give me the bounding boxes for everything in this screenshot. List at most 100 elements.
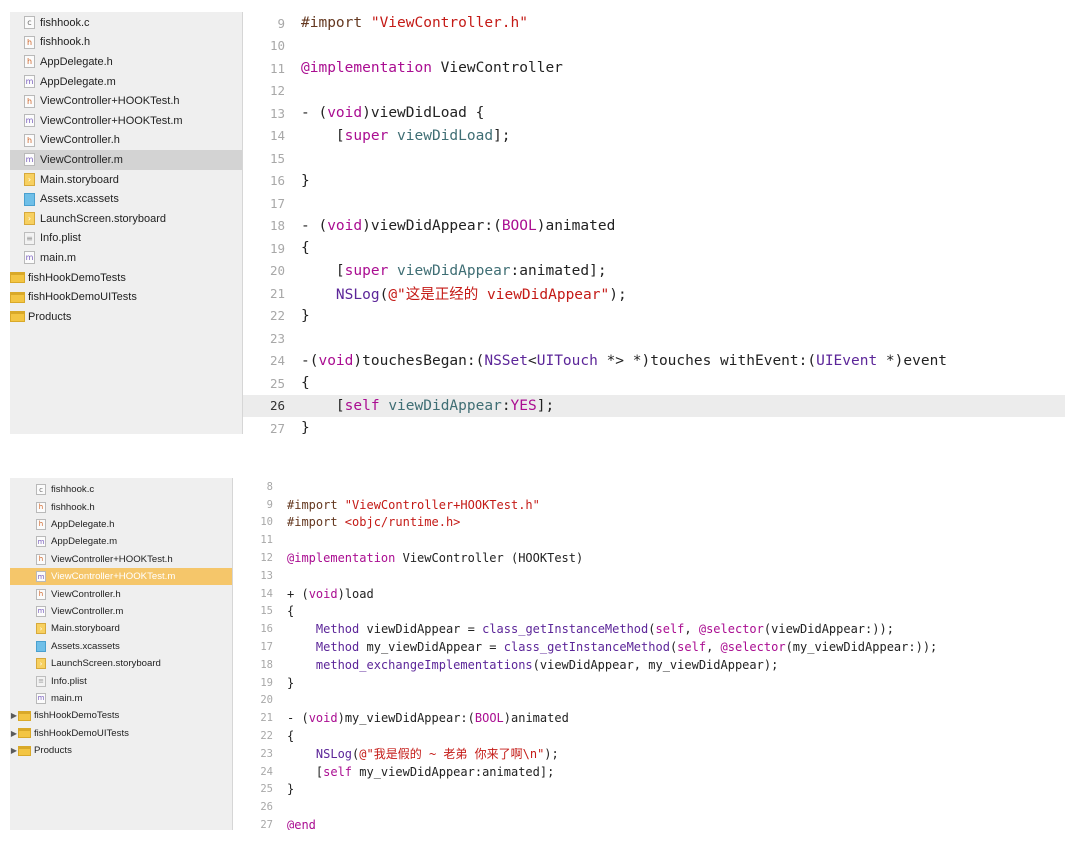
disclosure-triangle-icon[interactable]: ▶ (10, 746, 18, 755)
code-line[interactable]: 18- (void)viewDidAppear:(BOOL)animated (243, 215, 1065, 238)
navigator-file-item[interactable]: m AppDelegate.m (10, 533, 232, 550)
navigator-file-item[interactable]: › LaunchScreen.storyboard (10, 655, 232, 672)
code-line[interactable]: 9 #import "ViewController.h" (243, 12, 1065, 35)
code-line[interactable]: 10 (243, 35, 1065, 58)
code-line[interactable]: 11 (233, 531, 1065, 549)
navigator-file-item[interactable]: m main.m (10, 248, 242, 268)
code-token: void (327, 217, 363, 234)
navigator-file-item[interactable]: h AppDelegate.h (10, 516, 232, 533)
code-token: )viewDidAppear:( (362, 217, 502, 234)
navigator-file-item[interactable]: › Main.storyboard (10, 620, 232, 637)
code-line[interactable]: 9 #import "ViewController+HOOKTest.h" (233, 496, 1065, 514)
folder-icon (10, 291, 25, 303)
navigator-file-item[interactable]: › LaunchScreen.storyboard (10, 209, 242, 229)
navigator-group[interactable]: Products (10, 307, 242, 327)
code-line[interactable]: 27 @end (233, 816, 1065, 830)
navigator-file-item[interactable]: Assets.xcassets (10, 638, 232, 655)
code-line[interactable]: 12 @implementation ViewController (HOOKTe… (233, 549, 1065, 567)
code-line[interactable]: 27} (243, 417, 1065, 434)
navigator-group[interactable]: fishHookDemoUITests (10, 287, 242, 307)
navigator-file-item[interactable]: h ViewController+HOOKTest.h (10, 91, 242, 111)
code-line[interactable]: 13- (void)viewDidLoad { (243, 102, 1065, 125)
code-line[interactable]: 12 (243, 80, 1065, 103)
code-line[interactable]: 16} (243, 170, 1065, 193)
h-file-icon: h (36, 588, 46, 600)
navigator-file-item[interactable]: h AppDelegate.h (10, 52, 242, 72)
navigator-file-item[interactable]: h ViewController.h (10, 585, 232, 602)
code-line[interactable]: 10 #import <objc/runtime.h> (233, 514, 1065, 532)
code-text: [self my_viewDidAppear:animated]; (273, 765, 554, 779)
code-line[interactable]: 14 [super viewDidLoad]; (243, 125, 1065, 148)
code-line[interactable]: 25 { (243, 372, 1065, 395)
navigator-file-item[interactable]: m ViewController.m (10, 150, 242, 170)
navigator-file-item[interactable]: m ViewController+HOOKTest.m (10, 111, 242, 131)
navigator-file-item[interactable]: ≡ Info.plist (10, 229, 242, 249)
code-line[interactable]: 15 (243, 147, 1065, 170)
navigator-group[interactable]: ▶ fishHookDemoUITests (10, 725, 232, 742)
navigator-file-item[interactable]: m main.m (10, 690, 232, 707)
code-token: ]; (536, 397, 555, 414)
code-line[interactable]: 18 method_exchangeImplementations(viewDi… (233, 656, 1065, 674)
code-line[interactable]: 24 [self my_viewDidAppear:animated]; (233, 763, 1065, 781)
code-line[interactable]: 15 { (233, 603, 1065, 621)
folder-icon (18, 728, 31, 739)
code-token: #import (287, 497, 345, 512)
line-number: 12 (269, 83, 285, 99)
line-number: 17 (269, 195, 285, 211)
code-line[interactable]: 23 NSLog(@"我是假的 ~ 老弟 你来了啊\n"); (233, 745, 1065, 763)
line-number: 16 (260, 623, 273, 636)
code-token: ViewController (HOOKTest) (395, 551, 584, 566)
code-line[interactable]: 20 (233, 692, 1065, 710)
code-line[interactable]: 17 (243, 192, 1065, 215)
navigator-item-label: fishHookDemoUITests (34, 727, 129, 739)
code-editor-top[interactable]: 9 #import "ViewController.h" 10 11 @implemen… (243, 12, 1065, 434)
code-token: [ (301, 262, 345, 279)
code-line[interactable]: 22} (243, 305, 1065, 328)
navigator-file-item[interactable]: c fishhook.c (10, 481, 232, 498)
code-line[interactable]: 23 (243, 327, 1065, 350)
current-code-line[interactable]: 26 [self viewDidAppear:YES]; (243, 394, 1065, 417)
navigator-file-item[interactable]: h ViewController+HOOKTest.h (10, 551, 232, 568)
code-line[interactable]: 13 (233, 567, 1065, 585)
code-line[interactable]: 11 @implementation ViewController (243, 57, 1065, 80)
code-line[interactable]: 20 [super viewDidAppear:animated]; (243, 260, 1065, 283)
code-editor-bottom[interactable]: 8 9 #import "ViewController+HOOKTest.h" 10 #… (233, 478, 1065, 830)
storyboard-icon: › (36, 658, 46, 670)
code-line[interactable]: 25} (233, 781, 1065, 799)
code-line[interactable]: 14 + (void)load (233, 585, 1065, 603)
line-number: 20 (269, 263, 285, 279)
code-line[interactable]: 16 Method viewDidAppear = class_getInsta… (233, 620, 1065, 638)
navigator-group[interactable]: ▶ Products (10, 742, 232, 759)
navigator-file-item[interactable]: ≡ Info.plist (10, 672, 232, 689)
navigator-group[interactable]: ▶ fishHookDemoTests (10, 707, 232, 724)
navigator-file-item[interactable]: m ViewController+HOOKTest.m (10, 568, 232, 586)
disclosure-triangle-icon[interactable]: ▶ (10, 711, 18, 720)
code-line[interactable]: 19 { (243, 237, 1065, 260)
navigator-file-item[interactable]: m ViewController.m (10, 603, 232, 620)
code-line[interactable]: 24 -(void)touchesBegan:(NSSet<UITouch *> … (243, 350, 1065, 373)
m-file-icon: m (36, 571, 46, 583)
code-token: class_getInstanceMethod (503, 640, 670, 655)
code-line[interactable]: 22 { (233, 727, 1065, 745)
code-line[interactable]: 21- (void)my_viewDidAppear:(BOOL)animate… (233, 709, 1065, 727)
navigator-file-item[interactable]: Assets.xcassets (10, 189, 242, 209)
navigator-file-item[interactable]: m AppDelegate.m (10, 72, 242, 92)
code-line[interactable]: 17 Method my_viewDidAppear = class_getIn… (233, 638, 1065, 656)
navigator-group[interactable]: fishHookDemoTests (10, 268, 242, 288)
navigator-file-item[interactable]: h fishhook.h (10, 498, 232, 515)
navigator-file-item[interactable]: › Main.storyboard (10, 170, 242, 190)
code-line[interactable]: 21 NSLog(@"这是正经的 viewDidAppear"); (243, 282, 1065, 305)
disclosure-triangle-icon[interactable]: ▶ (10, 729, 18, 738)
code-token: my_viewDidAppear = (359, 640, 504, 655)
code-line[interactable]: 26 (233, 798, 1065, 816)
navigator-item-label: Products (34, 745, 72, 757)
code-text: - (void)my_viewDidAppear:(BOOL)animated (273, 711, 569, 725)
code-line[interactable]: 19} (233, 674, 1065, 692)
navigator-file-item[interactable]: c fishhook.c (10, 13, 242, 33)
code-line[interactable]: 8 (233, 478, 1065, 496)
line-number: 10 (269, 38, 285, 54)
navigator-file-item[interactable]: h ViewController.h (10, 131, 242, 151)
navigator-file-item[interactable]: h fishhook.h (10, 33, 242, 53)
m-file-icon: m (24, 251, 35, 265)
code-token: )viewDidLoad { (362, 105, 485, 122)
